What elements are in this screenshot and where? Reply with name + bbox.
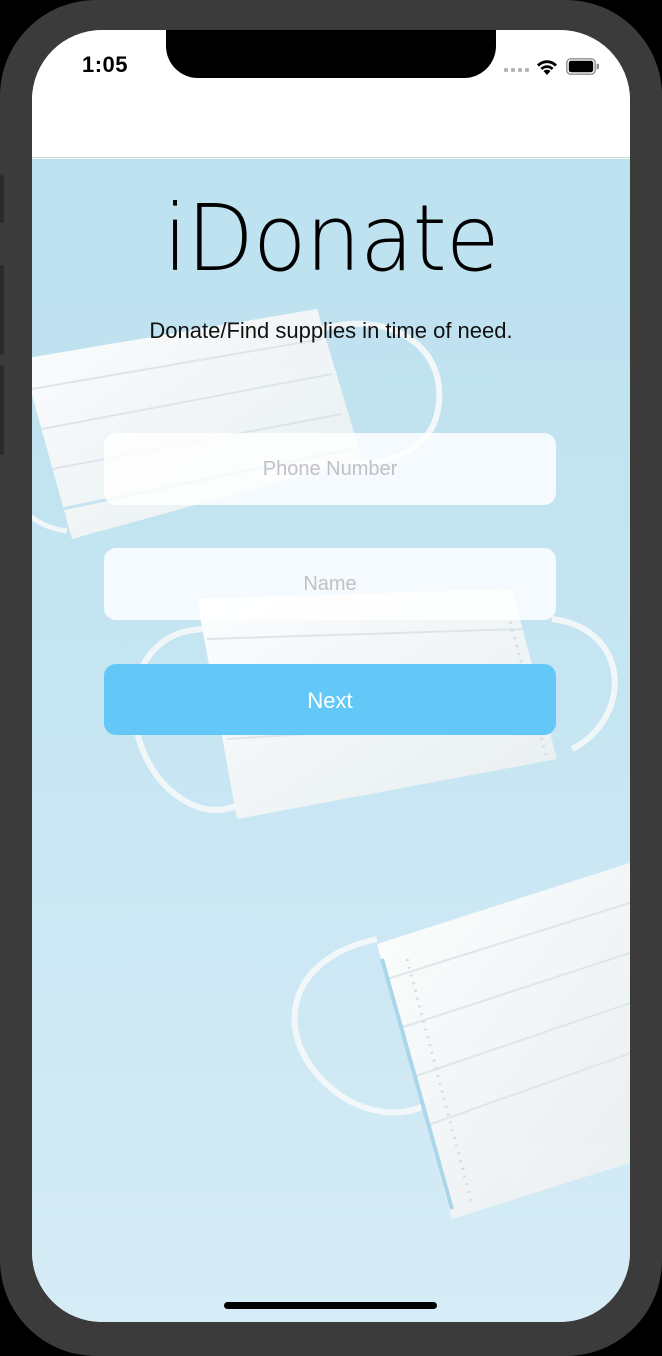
notch (166, 30, 496, 78)
phone-frame: 1:05 iDonate Donate/Find supplies in tim… (0, 0, 662, 1356)
next-button[interactable]: Next (104, 664, 556, 735)
home-indicator[interactable] (224, 1302, 437, 1309)
screen: 1:05 iDonate Donate/Find supplies in tim… (32, 30, 630, 1322)
status-bar: 1:05 (32, 30, 630, 110)
app-title: iDonate (163, 185, 499, 292)
mute-switch (0, 175, 4, 223)
name-input[interactable] (104, 548, 556, 620)
volume-up-button (0, 265, 4, 355)
navigation-bar (32, 110, 630, 158)
status-time: 1:05 (82, 52, 129, 77)
battery-icon (566, 58, 599, 75)
volume-down-button (0, 365, 4, 455)
signal-icon (504, 68, 529, 72)
phone-number-input[interactable] (104, 433, 556, 505)
wifi-icon (537, 60, 557, 75)
app-subtitle: Donate/Find supplies in time of need. (149, 318, 513, 343)
